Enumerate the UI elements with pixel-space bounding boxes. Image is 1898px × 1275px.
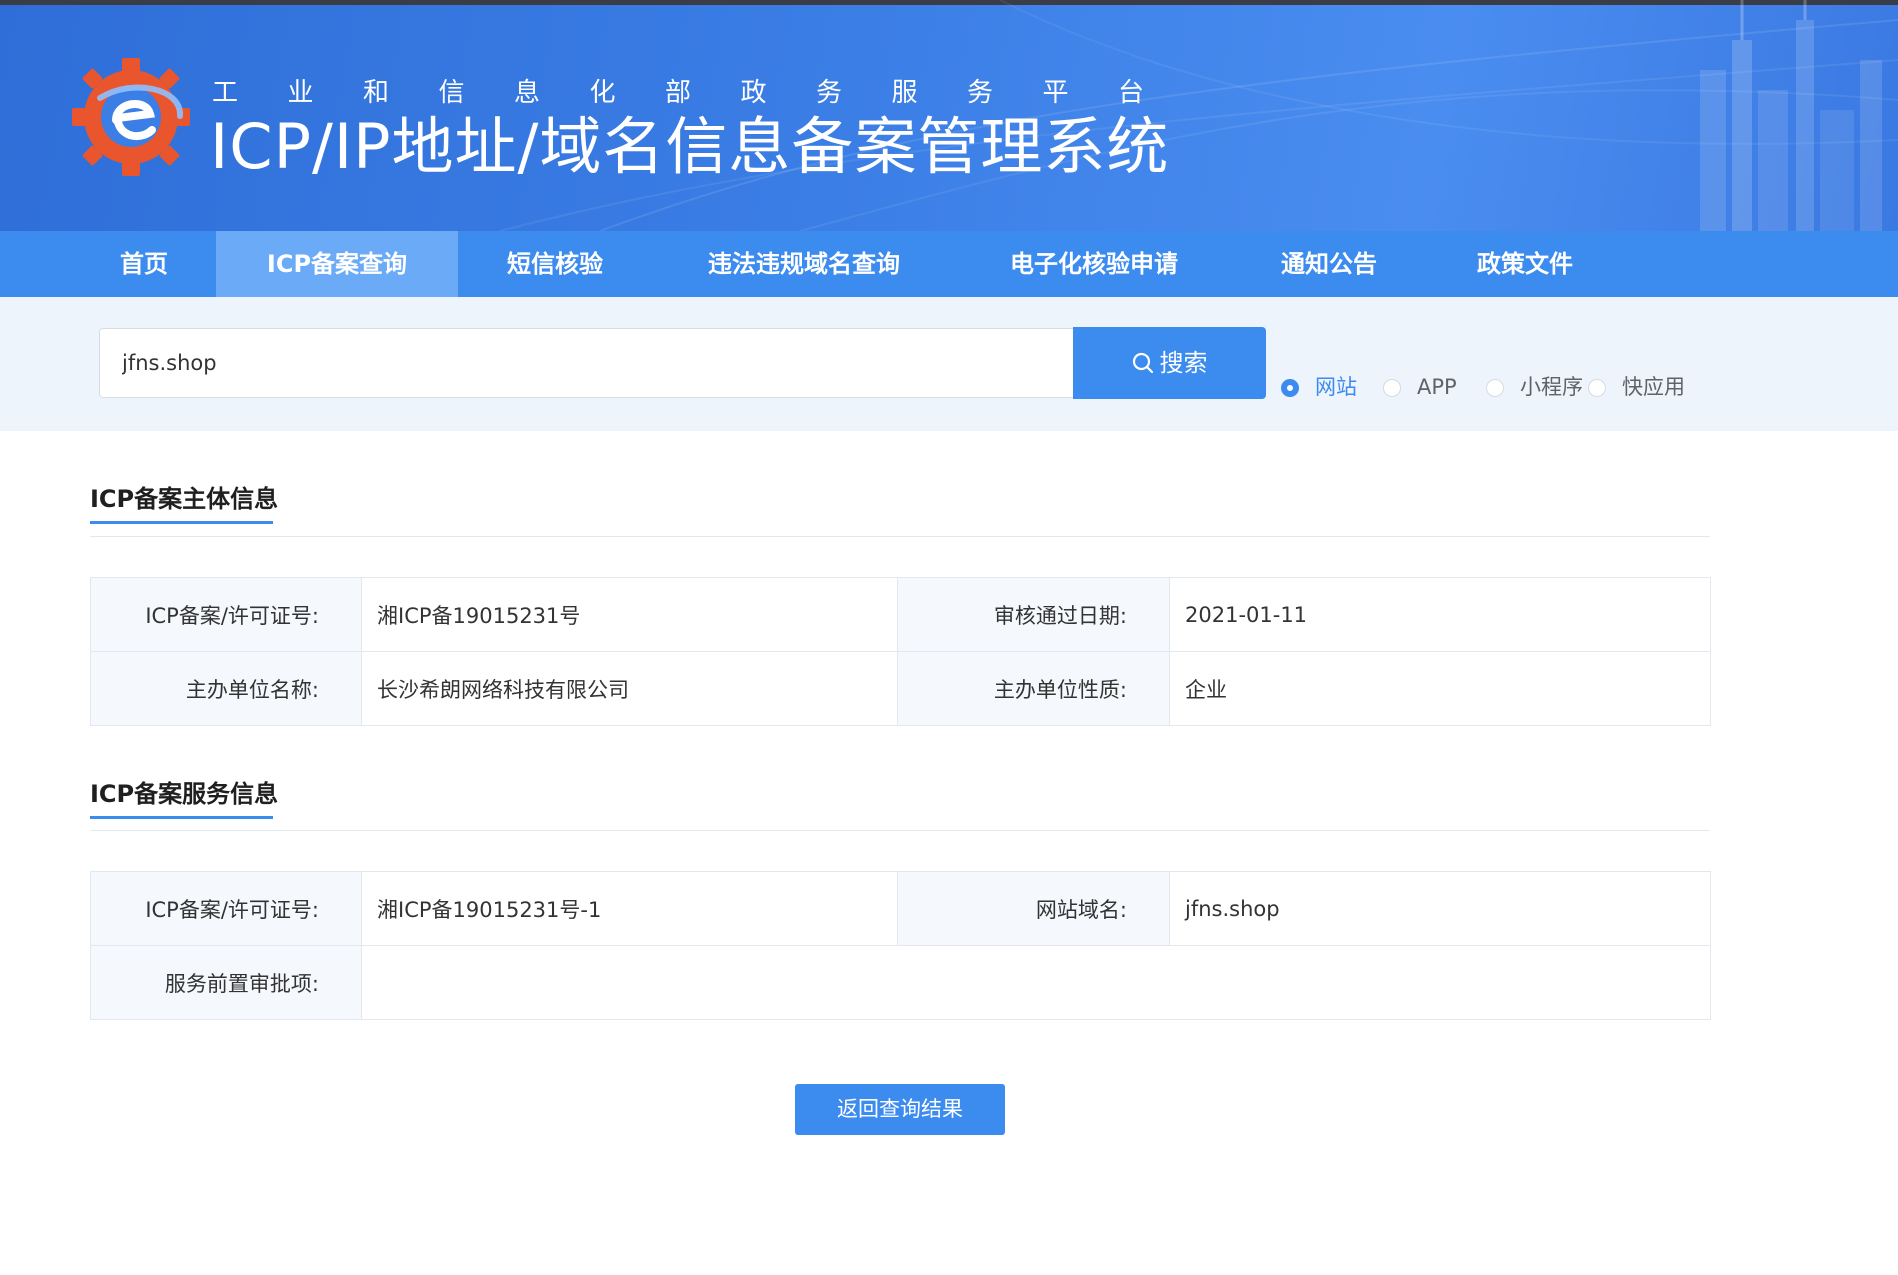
- entity-section-underline: [90, 521, 273, 524]
- pre-approval-value: [361, 945, 1711, 1020]
- table-row: ICP备案/许可证号: 湘ICP备19015231号-1 网站域名: jfns.…: [90, 871, 1711, 946]
- subtitle-char: 业: [287, 78, 314, 108]
- banner-subtitle: 工业和信息化部政务服务平台: [212, 72, 1194, 109]
- back-to-results-button[interactable]: 返回查询结果: [795, 1084, 1005, 1135]
- subtitle-char: 工: [212, 78, 239, 108]
- license-value: 湘ICP备19015231号: [361, 577, 898, 652]
- radio-label: 快应用: [1622, 375, 1685, 399]
- main-nav: 首页 ICP备案查询 短信核验 违法违规域名查询 电子化核验申请 通知公告 政策…: [0, 231, 1898, 297]
- radio-unchecked-icon: [1588, 379, 1606, 397]
- service-section-divider: [90, 830, 1710, 831]
- approval-date-value: 2021-01-11: [1169, 577, 1711, 652]
- service-license-value: 湘ICP备19015231号-1: [361, 871, 898, 946]
- subtitle-char: 部: [665, 78, 692, 108]
- domain-label: 网站域名:: [897, 871, 1170, 946]
- subtitle-char: 台: [1118, 78, 1145, 108]
- service-section-underline: [90, 816, 273, 819]
- org-type-label: 主办单位性质:: [897, 651, 1170, 726]
- nav-sms-verify[interactable]: 短信核验: [480, 231, 630, 297]
- org-type-value: 企业: [1169, 651, 1711, 726]
- service-license-label: ICP备案/许可证号:: [90, 871, 362, 946]
- license-label: ICP备案/许可证号:: [90, 577, 362, 652]
- nav-home[interactable]: 首页: [88, 231, 200, 297]
- search-input[interactable]: [99, 328, 1073, 398]
- subtitle-char: 政: [740, 78, 767, 108]
- pre-approval-label: 服务前置审批项:: [90, 945, 362, 1020]
- radio-label: 网站: [1315, 375, 1357, 399]
- search-button-label: 搜索: [1159, 349, 1208, 377]
- subtitle-char: 平: [1042, 78, 1069, 108]
- nav-policy-docs[interactable]: 政策文件: [1458, 231, 1592, 297]
- radio-checked-icon: [1281, 379, 1299, 397]
- e-gov-logo: [72, 58, 190, 176]
- entity-section-divider: [90, 536, 1710, 537]
- radio-website[interactable]: 网站: [1281, 372, 1357, 402]
- radio-label: 小程序: [1520, 375, 1583, 399]
- approval-date-label: 审核通过日期:: [897, 577, 1170, 652]
- nav-illegal-domain-query[interactable]: 违法违规域名查询: [680, 231, 928, 297]
- radio-unchecked-icon: [1486, 379, 1504, 397]
- table-row: 主办单位名称: 长沙希朗网络科技有限公司 主办单位性质: 企业: [90, 651, 1711, 726]
- org-name-value: 长沙希朗网络科技有限公司: [361, 651, 898, 726]
- subtitle-char: 和: [363, 78, 390, 108]
- subtitle-char: 务: [816, 78, 843, 108]
- entity-section-title: ICP备案主体信息: [90, 485, 279, 513]
- radio-mini-program[interactable]: 小程序: [1486, 372, 1583, 402]
- org-name-label: 主办单位名称:: [90, 651, 362, 726]
- header-banner: 工 业 和 信 息 化 部 政 务 服 务 平 台 ICP/IP地址/域名信息备案管理系统: [0, 0, 1898, 231]
- radio-label: APP: [1417, 375, 1457, 399]
- entity-info-table: ICP备案/许可证号: 湘ICP备19015231号 审核通过日期: 2021-…: [90, 577, 1711, 726]
- search-icon: [1132, 352, 1153, 374]
- subtitle-char: 化: [589, 78, 616, 108]
- radio-quick-app[interactable]: 快应用: [1588, 372, 1685, 402]
- subtitle-char: 服: [891, 78, 918, 108]
- subtitle-char: 息: [514, 78, 541, 108]
- system-title: ICP/IP地址/域名信息备案管理系统: [210, 110, 1170, 183]
- nav-e-verify-apply[interactable]: 电子化核验申请: [984, 231, 1204, 297]
- radio-unchecked-icon: [1383, 379, 1401, 397]
- nav-notices[interactable]: 通知公告: [1262, 231, 1396, 297]
- nav-icp-query[interactable]: ICP备案查询: [216, 231, 458, 297]
- service-section-title: ICP备案服务信息: [90, 780, 279, 808]
- service-info-table: ICP备案/许可证号: 湘ICP备19015231号-1 网站域名: jfns.…: [90, 871, 1711, 1020]
- radio-app[interactable]: APP: [1383, 372, 1457, 402]
- table-row: ICP备案/许可证号: 湘ICP备19015231号 审核通过日期: 2021-…: [90, 577, 1711, 652]
- subtitle-char: 务: [967, 78, 994, 108]
- table-row: 服务前置审批项:: [90, 945, 1711, 1020]
- subtitle-char: 信: [438, 78, 465, 108]
- domain-value: jfns.shop: [1169, 871, 1711, 946]
- search-button[interactable]: 搜索: [1073, 327, 1266, 399]
